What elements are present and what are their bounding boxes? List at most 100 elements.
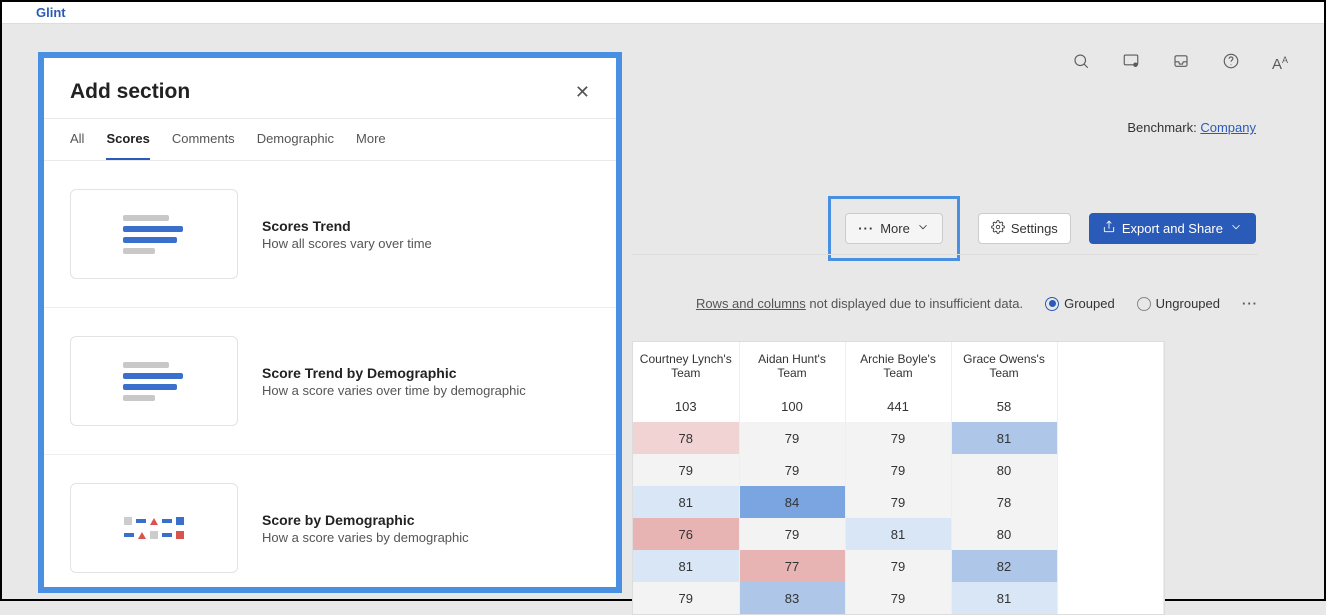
cell: 81 [633, 486, 739, 518]
cell: 79 [845, 582, 951, 614]
share-icon [1102, 220, 1116, 237]
cell: 58 [951, 390, 1057, 422]
cell: 79 [739, 518, 845, 550]
insufficient-data-msg: Rows and columns not displayed due to in… [696, 296, 1023, 311]
table-more-icon[interactable]: ··· [1242, 296, 1258, 311]
cell: 81 [951, 582, 1057, 614]
radio-icon [1045, 297, 1059, 311]
cell: 79 [633, 454, 739, 486]
export-share-button[interactable]: Export and Share [1089, 213, 1256, 244]
more-button-highlight: ··· More [828, 196, 960, 261]
column-header[interactable]: Courtney Lynch's Team [633, 342, 739, 390]
cell: 82 [951, 550, 1057, 582]
main-area: AA Benchmark: Company ··· More Settings … [2, 24, 1324, 599]
font-size-icon[interactable]: AA [1272, 55, 1288, 73]
screen-icon[interactable] [1122, 52, 1140, 75]
thumbnail-icon [70, 189, 238, 279]
more-button[interactable]: ··· More [845, 213, 943, 244]
benchmark-link[interactable]: Company [1200, 120, 1256, 135]
cell: 80 [951, 518, 1057, 550]
column-header[interactable]: Grace Owens's Team [951, 342, 1057, 390]
cell: 81 [951, 422, 1057, 454]
cell: 79 [739, 454, 845, 486]
cell: 81 [845, 518, 951, 550]
heatmap-table: Courtney Lynch's Team Aidan Hunt's Team … [632, 341, 1165, 615]
cell: 79 [845, 422, 951, 454]
section-option-score-trend-demo[interactable]: Score Trend by Demographic How a score v… [44, 308, 616, 455]
section-option-scores-trend[interactable]: Scores Trend How all scores vary over ti… [44, 161, 616, 308]
close-icon[interactable]: ✕ [575, 83, 590, 101]
benchmark-label: Benchmark: [1127, 120, 1196, 135]
section-option-score-by-demo[interactable]: Score by Demographic How a score varies … [44, 455, 616, 587]
app-name: Glint [10, 5, 66, 20]
cell: 79 [739, 422, 845, 454]
cell: 103 [633, 390, 739, 422]
tab-more[interactable]: More [356, 119, 386, 160]
cell: 100 [739, 390, 845, 422]
table-row: 78 79 79 81 [633, 422, 1163, 454]
tab-demographic[interactable]: Demographic [257, 119, 334, 160]
section-desc: How all scores vary over time [262, 236, 432, 251]
cell: 79 [845, 454, 951, 486]
cell: 441 [845, 390, 951, 422]
header-icon-row: AA [1072, 52, 1288, 75]
column-header[interactable]: Archie Boyle's Team [845, 342, 951, 390]
section-desc: How a score varies by demographic [262, 530, 469, 545]
section-title: Score Trend by Demographic [262, 365, 526, 381]
section-desc: How a score varies over time by demograp… [262, 383, 526, 398]
radio-icon [1137, 297, 1151, 311]
cell: 84 [739, 486, 845, 518]
help-icon[interactable] [1222, 52, 1240, 75]
table-row: 103 100 441 58 [633, 390, 1163, 422]
table-row: 81 84 79 78 [633, 486, 1163, 518]
benchmark: Benchmark: Company [1127, 120, 1256, 135]
radio-ungrouped-label: Ungrouped [1156, 296, 1220, 311]
cell: 80 [951, 454, 1057, 486]
modal-title: Add section [70, 80, 190, 104]
settings-button-label: Settings [1011, 221, 1058, 236]
gear-icon [991, 220, 1005, 237]
table-row: 79 83 79 81 [633, 582, 1163, 614]
thumbnail-icon [70, 483, 238, 573]
cell: 77 [739, 550, 845, 582]
section-title: Score by Demographic [262, 512, 469, 528]
table-row: 79 79 79 80 [633, 454, 1163, 486]
add-section-modal: Add section ✕ All Scores Comments Demogr… [38, 52, 622, 593]
table-row: 76 79 81 80 [633, 518, 1163, 550]
cell: 83 [739, 582, 845, 614]
cell: 78 [633, 422, 739, 454]
toolbar: ··· More Settings Export and Share [828, 196, 1256, 261]
cell: 79 [633, 582, 739, 614]
cell: 79 [845, 486, 951, 518]
column-header[interactable]: Aidan Hunt's Team [739, 342, 845, 390]
inbox-icon[interactable] [1172, 52, 1190, 75]
tab-comments[interactable]: Comments [172, 119, 235, 160]
radio-grouped[interactable]: Grouped [1045, 296, 1115, 311]
modal-header: Add section ✕ [44, 58, 616, 119]
export-share-label: Export and Share [1122, 221, 1223, 236]
grouping-options-row: Rows and columns not displayed due to in… [632, 296, 1258, 311]
radio-grouped-label: Grouped [1064, 296, 1115, 311]
chevron-down-icon [1229, 220, 1243, 237]
rows-cols-link[interactable]: Rows and columns [696, 296, 806, 311]
radio-ungrouped[interactable]: Ungrouped [1137, 296, 1220, 311]
tab-scores[interactable]: Scores [106, 119, 149, 160]
cell: 76 [633, 518, 739, 550]
tab-all[interactable]: All [70, 119, 84, 160]
ellipsis-icon: ··· [858, 221, 874, 236]
cell: 78 [951, 486, 1057, 518]
cell: 81 [633, 550, 739, 582]
modal-tabs: All Scores Comments Demographic More [44, 119, 616, 161]
chevron-down-icon [916, 220, 930, 237]
modal-body: Scores Trend How all scores vary over ti… [44, 161, 616, 587]
section-title: Scores Trend [262, 218, 432, 234]
search-icon[interactable] [1072, 52, 1090, 75]
blank-column [1057, 342, 1163, 390]
top-nav: Glint [2, 2, 1324, 24]
table-row: 81 77 79 82 [633, 550, 1163, 582]
cell: 79 [845, 550, 951, 582]
settings-button[interactable]: Settings [978, 213, 1071, 244]
divider [632, 254, 1258, 255]
more-button-label: More [880, 221, 910, 236]
thumbnail-icon [70, 336, 238, 426]
